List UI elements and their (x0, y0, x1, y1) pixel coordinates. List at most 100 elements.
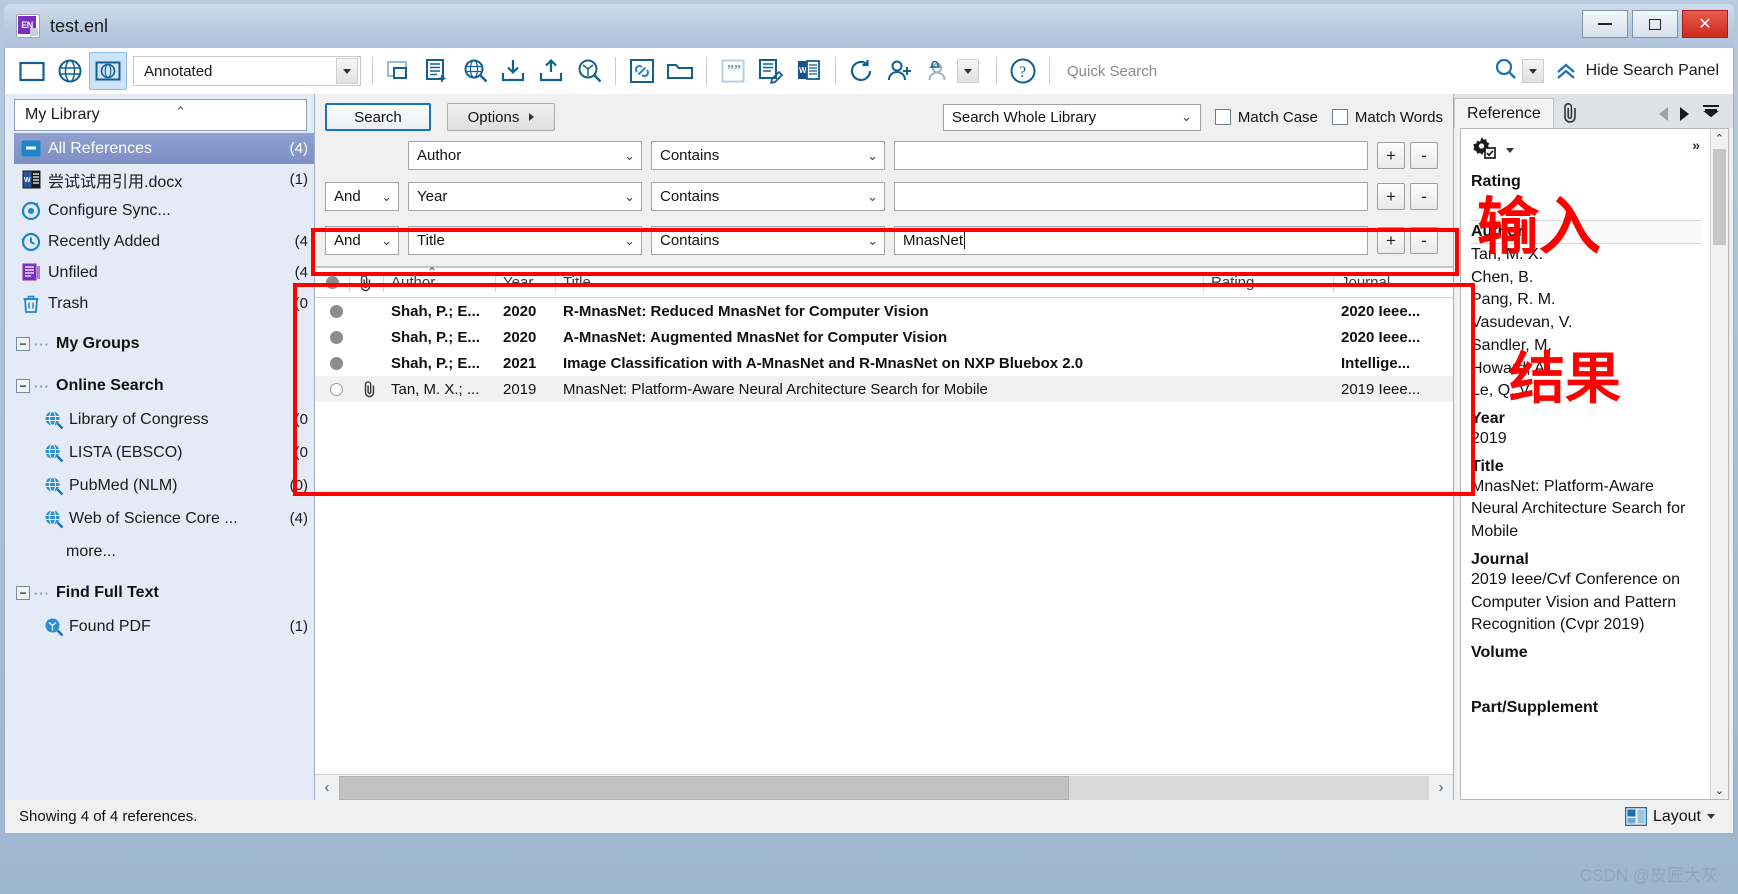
quote-icon[interactable]: ”” (714, 52, 752, 90)
sidebar-group-find-full-text[interactable]: − ··· Find Full Text (14, 576, 314, 610)
scrollbar-thumb[interactable] (339, 775, 1070, 800)
search-field-select-3[interactable]: Title ⌄ (408, 226, 642, 255)
sidebar-item-all-references[interactable]: All References (4) (14, 133, 314, 164)
column-header-journal[interactable]: Journal (1333, 268, 1453, 297)
doc-pencil-icon[interactable] (752, 52, 790, 90)
link-icon[interactable] (623, 52, 661, 90)
boolean-select-3[interactable]: And ⌄ (325, 226, 399, 255)
checkbox-box[interactable] (1214, 109, 1231, 125)
column-header-read-status[interactable] (315, 268, 349, 297)
globe-search-icon[interactable] (456, 52, 494, 90)
options-button[interactable]: Options (447, 103, 555, 131)
cell-read-status[interactable] (315, 324, 349, 350)
reference-panel-scrollbar[interactable]: ⌃ ⌄ (1710, 129, 1728, 799)
column-header-author[interactable]: Author ⌃ (383, 265, 495, 297)
search-term-input-3[interactable]: MnasNet (894, 226, 1368, 255)
scroll-up-icon[interactable]: ⌃ (1711, 129, 1729, 147)
remove-row-button-3[interactable]: - (1410, 227, 1438, 254)
table-row[interactable]: Shah, P.; E... 2020 R-MnasNet: Reduced M… (315, 298, 1453, 324)
sidebar-item-found-pdf[interactable]: Found PDF (1) (14, 610, 314, 643)
hide-search-panel-button[interactable]: Hide Search Panel (1554, 61, 1725, 81)
collapse-toggle-icon[interactable]: − (16, 337, 30, 351)
horizontal-scrollbar[interactable]: ‹ › (315, 774, 1453, 800)
chevron-down-icon[interactable]: ⌄ (624, 189, 635, 205)
sidebar-item-trash[interactable]: Trash (0 (14, 288, 314, 319)
expand-panel-icon[interactable]: » (1692, 137, 1700, 153)
boolean-select-2[interactable]: And ⌄ (325, 182, 399, 211)
scrollbar-track[interactable] (339, 775, 1429, 800)
column-header-year[interactable]: Year (495, 268, 555, 297)
word-addin-icon[interactable]: W (790, 52, 828, 90)
sidebar-item-pubmed-nlm[interactable]: PubMed (NLM) (0) (14, 469, 314, 502)
tab-reference[interactable]: Reference (1454, 98, 1554, 128)
my-library-header[interactable]: My Library ⌃ (14, 99, 307, 131)
open-folder-icon[interactable] (661, 52, 699, 90)
search-term-input-1[interactable] (894, 141, 1368, 170)
sync-icon[interactable] (843, 52, 881, 90)
help-icon[interactable]: ? (1004, 52, 1042, 90)
integrated-library-search-icon[interactable] (89, 52, 127, 90)
match-words-checkbox[interactable]: Match Words (1331, 109, 1443, 126)
sidebar-group-online-search[interactable]: − ··· Online Search (14, 369, 314, 403)
sidebar-item-word-doc[interactable]: W 尝试试用引用.docx (1) (14, 164, 314, 195)
checkbox-box[interactable] (1331, 109, 1348, 125)
chevron-down-icon[interactable]: ⌄ (867, 148, 878, 164)
sidebar-item-library-of-congress[interactable]: Library of Congress (0 (14, 403, 314, 436)
cell-read-status[interactable] (315, 376, 349, 402)
search-operator-select-3[interactable]: Contains ⌄ (651, 226, 885, 255)
scroll-left-icon[interactable]: ‹ (315, 775, 339, 800)
chevron-down-icon[interactable] (336, 58, 358, 84)
scrollbar-thumb[interactable] (1713, 149, 1726, 245)
cell-read-status[interactable] (315, 298, 349, 324)
output-style-select[interactable]: Annotated (133, 56, 361, 86)
cell-read-status[interactable] (315, 350, 349, 376)
column-header-title[interactable]: Title (555, 268, 1203, 297)
sidebar-item-configure-sync[interactable]: Configure Sync... (14, 195, 314, 226)
chevron-down-icon[interactable]: ⌄ (867, 189, 878, 205)
next-reference-icon[interactable] (1680, 106, 1689, 121)
cell-attachment[interactable] (349, 376, 383, 402)
sidebar-item-recently-added[interactable]: Recently Added (4 (14, 226, 314, 257)
collapse-toggle-icon[interactable]: − (16, 586, 30, 600)
copy-references-icon[interactable] (380, 52, 418, 90)
gear-icon[interactable] (1471, 135, 1499, 166)
quick-search-input[interactable]: Quick Search (1057, 54, 1554, 88)
new-library-icon[interactable] (13, 52, 51, 90)
chevron-down-icon[interactable]: ⌄ (624, 148, 635, 164)
search-icon[interactable] (1494, 57, 1518, 85)
panel-menu-icon[interactable] (1701, 103, 1721, 124)
online-search-icon[interactable] (51, 52, 89, 90)
table-row[interactable]: Shah, P.; E... 2021 Image Classification… (315, 350, 1453, 376)
pdf-search-icon[interactable] (570, 52, 608, 90)
activity-feed-icon[interactable] (919, 52, 957, 90)
activity-dropdown-icon[interactable] (957, 59, 979, 83)
quick-search-dropdown-icon[interactable] (1521, 59, 1544, 83)
import-icon[interactable] (494, 52, 532, 90)
chevron-down-icon[interactable]: ⌄ (867, 233, 878, 249)
minimize-button[interactable] (1582, 10, 1628, 38)
search-term-input-2[interactable] (894, 182, 1368, 211)
search-field-select-1[interactable]: Author ⌄ (408, 141, 642, 170)
collapse-toggle-icon[interactable]: − (16, 379, 30, 393)
search-button[interactable]: Search (325, 103, 431, 131)
table-row[interactable]: Tan, M. X.; ... 2019 MnasNet: Platform-A… (315, 376, 1453, 402)
sidebar-group-my-groups[interactable]: − ··· My Groups (14, 327, 314, 361)
chevron-down-icon[interactable]: ⌄ (381, 233, 392, 249)
search-field-select-2[interactable]: Year ⌄ (408, 182, 642, 211)
search-operator-select-1[interactable]: Contains ⌄ (651, 141, 885, 170)
sidebar-item-unfiled[interactable]: Unfiled (4 (14, 257, 314, 288)
sidebar-item-more[interactable]: more... (14, 535, 314, 568)
maximize-button[interactable] (1632, 10, 1678, 38)
search-scope-select[interactable]: Search Whole Library ⌄ (942, 103, 1201, 131)
add-row-button-3[interactable]: + (1377, 227, 1405, 254)
scroll-right-icon[interactable]: › (1429, 775, 1453, 800)
chevron-down-icon[interactable]: ⌄ (381, 189, 392, 205)
table-row[interactable]: Shah, P.; E... 2020 A-MnasNet: Augmented… (315, 324, 1453, 350)
remove-row-button-1[interactable]: - (1410, 142, 1438, 169)
remove-row-button-2[interactable]: - (1410, 183, 1438, 210)
match-case-checkbox[interactable]: Match Case (1214, 109, 1318, 126)
add-row-button-1[interactable]: + (1377, 142, 1405, 169)
layout-button[interactable]: Layout (1624, 807, 1715, 826)
scroll-down-icon[interactable]: ⌄ (1711, 781, 1729, 799)
column-header-attachment[interactable] (349, 268, 383, 297)
